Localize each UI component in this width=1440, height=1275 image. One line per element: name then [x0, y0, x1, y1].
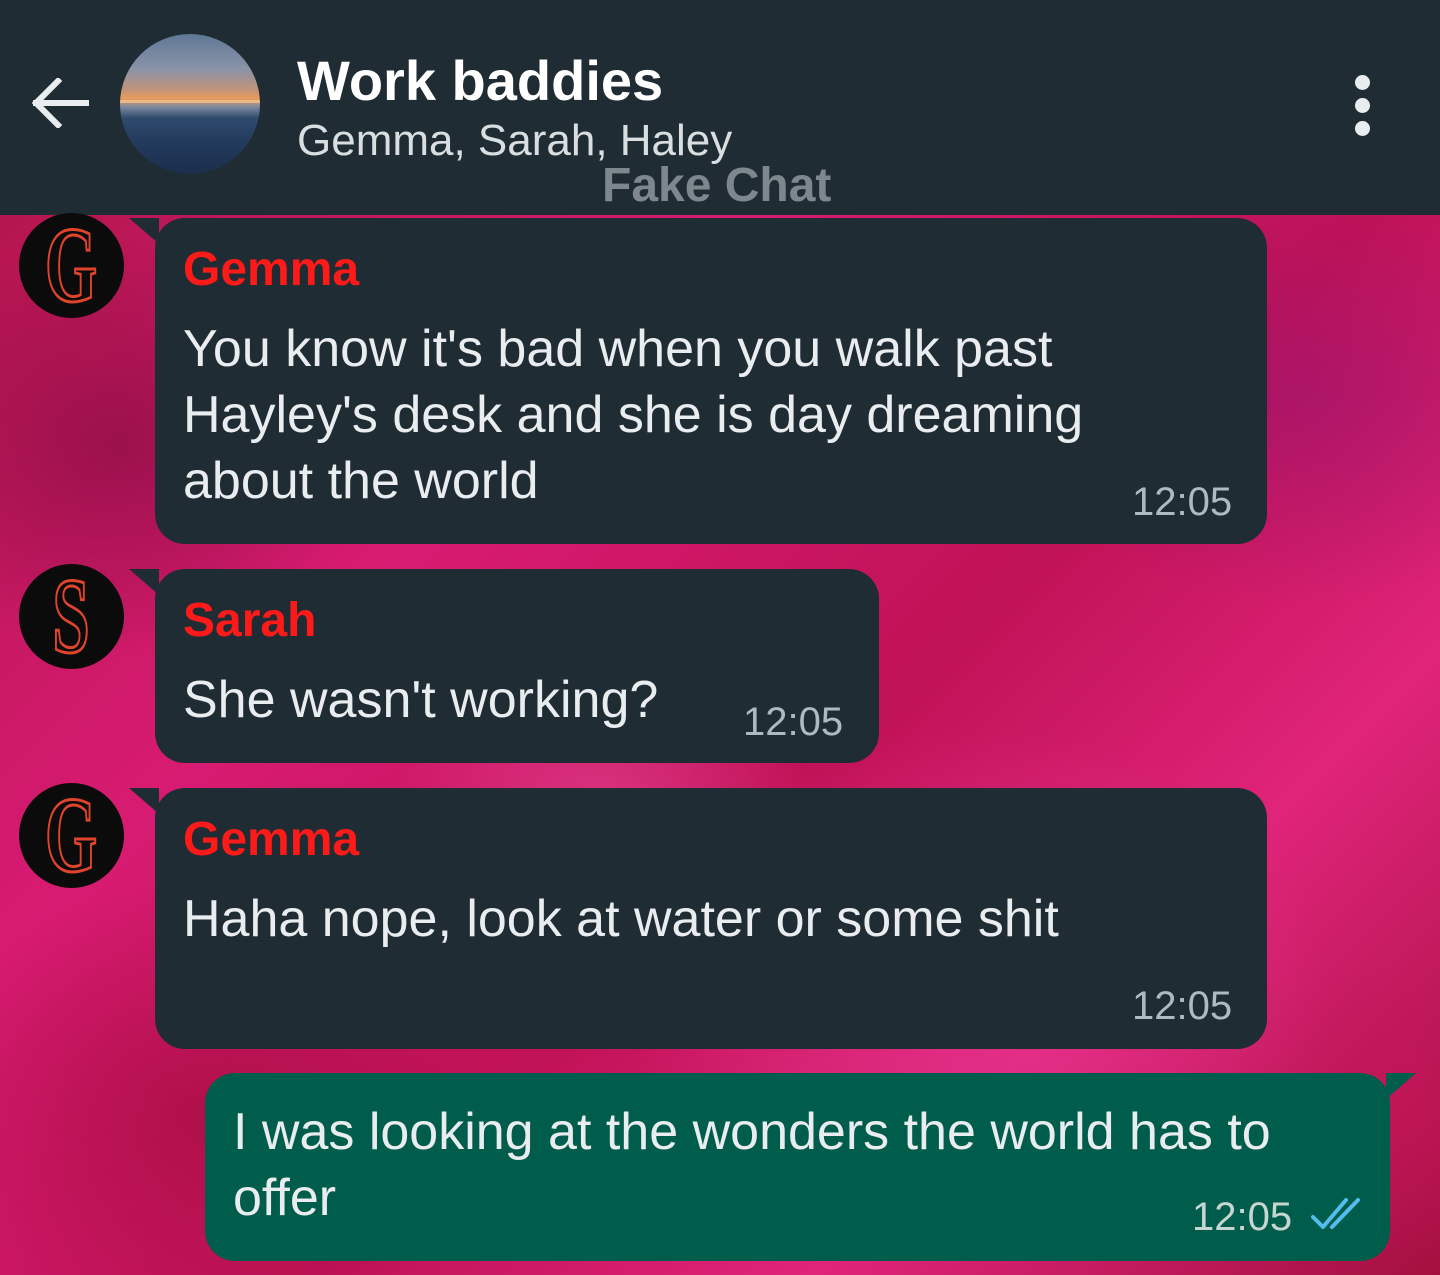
message-text: She wasn't working? — [183, 671, 659, 729]
chat-title[interactable]: Work baddies — [297, 48, 663, 113]
message-bubble[interactable]: Sarah She wasn't working? 12:05 — [129, 569, 879, 763]
more-vertical-icon-dot — [1354, 97, 1370, 113]
avatar-horizon — [120, 100, 260, 103]
message-bubble[interactable]: Gemma You know it's bad when you walk pa… — [129, 218, 1267, 544]
message-text: You know it's bad when you walk past Hay… — [183, 320, 1084, 510]
avatar-letter: G — [45, 213, 99, 318]
message-bubble[interactable]: Gemma Haha nope, look at water or some s… — [129, 788, 1267, 1049]
group-avatar[interactable] — [120, 34, 260, 174]
more-vertical-icon — [1354, 74, 1370, 90]
message-bubble-outgoing[interactable]: I was looking at the wonders the world h… — [205, 1073, 1416, 1261]
message-time: 12:05 — [1132, 984, 1233, 1028]
back-button[interactable] — [28, 70, 94, 136]
arrow-left-icon — [32, 78, 89, 128]
avatar[interactable]: G — [19, 783, 124, 888]
sender-name: Gemma — [183, 243, 360, 296]
message-text: Haha nope, look at water or some shit — [183, 890, 1059, 948]
more-options-button[interactable] — [1338, 70, 1386, 140]
message-time: 12:05 — [743, 700, 844, 744]
watermark: Fake Chat — [602, 159, 832, 212]
more-vertical-icon-dot — [1354, 120, 1370, 136]
avatar-letter: G — [45, 783, 99, 888]
avatar-letter: S — [52, 564, 91, 669]
double-check-icon — [1311, 1198, 1360, 1229]
chat-header: Work baddies Gemma, Sarah, Haley Fake Ch… — [0, 0, 1440, 215]
sender-name: Sarah — [183, 594, 317, 647]
avatar[interactable]: S — [19, 564, 124, 669]
avatar[interactable]: G — [19, 213, 124, 318]
message-time: 12:05 — [1132, 480, 1233, 524]
sender-name: Gemma — [183, 813, 360, 866]
message-time: 12:05 — [1192, 1195, 1293, 1239]
